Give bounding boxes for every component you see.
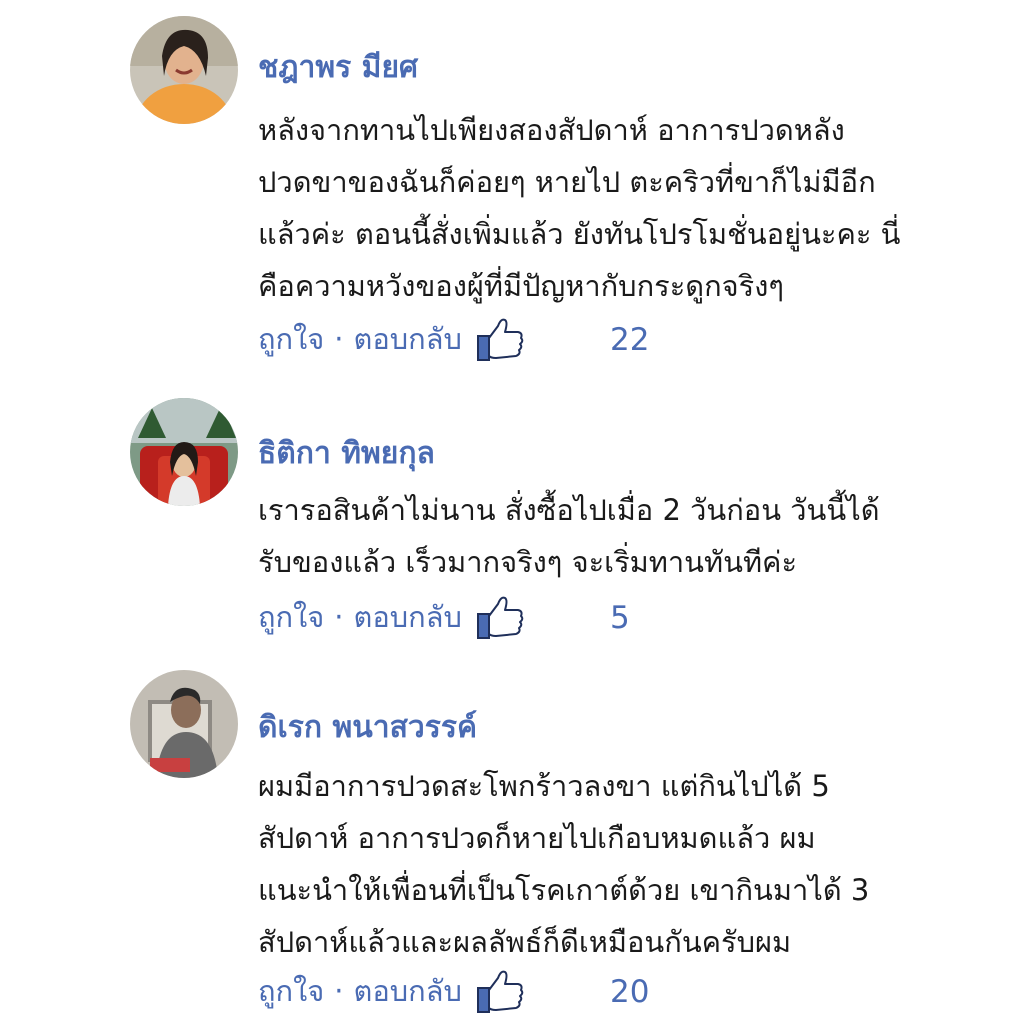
comment-line: รับของแล้ว เร็วมากจริงๆ จะเริ่มทานทันทีค…: [258, 545, 798, 579]
commenter-name-3[interactable]: ดิเรก พนาสวรรค์: [258, 704, 477, 751]
reply-link[interactable]: ตอบกลับ: [354, 316, 462, 362]
comment-line: สัปดาห์ อาการปวดก็หายไปเกือบหมดแล้ว ผม: [258, 821, 816, 855]
reply-link[interactable]: ตอบกลับ: [354, 594, 462, 640]
like-link[interactable]: ถูกใจ: [258, 968, 324, 1014]
thumbs-up-icon[interactable]: [476, 592, 526, 642]
avatar-1[interactable]: [130, 16, 238, 124]
thumbs-up-icon[interactable]: [476, 314, 526, 364]
comment-line: เรารอสินค้าไม่นาน สั่งซื้อไปเมื่อ 2 วันก…: [258, 493, 880, 527]
comment-actions-2: ถูกใจ · ตอบกลับ: [258, 592, 526, 642]
avatar-2-photo: [130, 398, 238, 506]
avatar-2[interactable]: [130, 398, 238, 506]
comment-line: สัปดาห์แล้วและผลลัพธ์ก็ดีเหมือนกันครับผม: [258, 925, 792, 959]
comment-actions-1: ถูกใจ · ตอบกลับ: [258, 314, 526, 364]
comment-line: ผมมีอาการปวดสะโพกร้าวลงขา แต่กินไปได้ 5: [258, 769, 830, 803]
avatar-3-photo: [130, 670, 238, 778]
like-count-1: 22: [610, 322, 650, 358]
comment-line: หลังจากทานไปเพียงสองสัปดาห์ อาการปวดหลัง: [258, 113, 845, 147]
avatar-1-photo: [130, 16, 238, 124]
comment-text-1: หลังจากทานไปเพียงสองสัปดาห์ อาการปวดหลัง…: [258, 104, 958, 312]
comment-line: แล้วค่ะ ตอนนี้สั่งเพิ่มแล้ว ยังทันโปรโมช…: [258, 217, 901, 251]
like-count-3: 20: [610, 974, 650, 1010]
comment-line: คือความหวังของผู้ที่มีปัญหากับกระดูกจริง…: [258, 269, 784, 303]
like-link[interactable]: ถูกใจ: [258, 316, 324, 362]
like-link[interactable]: ถูกใจ: [258, 594, 324, 640]
comment-line: ปวดขาของฉันก็ค่อยๆ หายไป ตะคริวที่ขาก็ไม…: [258, 165, 876, 199]
comment-line: แนะนำให้เพื่อนที่เป็นโรคเกาต์ด้วย เขากิน…: [258, 873, 870, 907]
separator-dot: ·: [334, 322, 344, 356]
commenter-name-2[interactable]: ธิติกา ทิพยกุล: [258, 430, 435, 477]
reply-link[interactable]: ตอบกลับ: [354, 968, 462, 1014]
comment-text-3: ผมมีอาการปวดสะโพกร้าวลงขา แต่กินไปได้ 5 …: [258, 760, 958, 968]
separator-dot: ·: [334, 974, 344, 1008]
commenter-name-1[interactable]: ชฎาพร มียศ: [258, 44, 418, 91]
like-count-2: 5: [610, 600, 630, 636]
thumbs-up-icon[interactable]: [476, 966, 526, 1016]
separator-dot: ·: [334, 600, 344, 634]
avatar-3[interactable]: [130, 670, 238, 778]
comment-actions-3: ถูกใจ · ตอบกลับ: [258, 966, 526, 1016]
comment-text-2: เรารอสินค้าไม่นาน สั่งซื้อไปเมื่อ 2 วันก…: [258, 484, 958, 588]
